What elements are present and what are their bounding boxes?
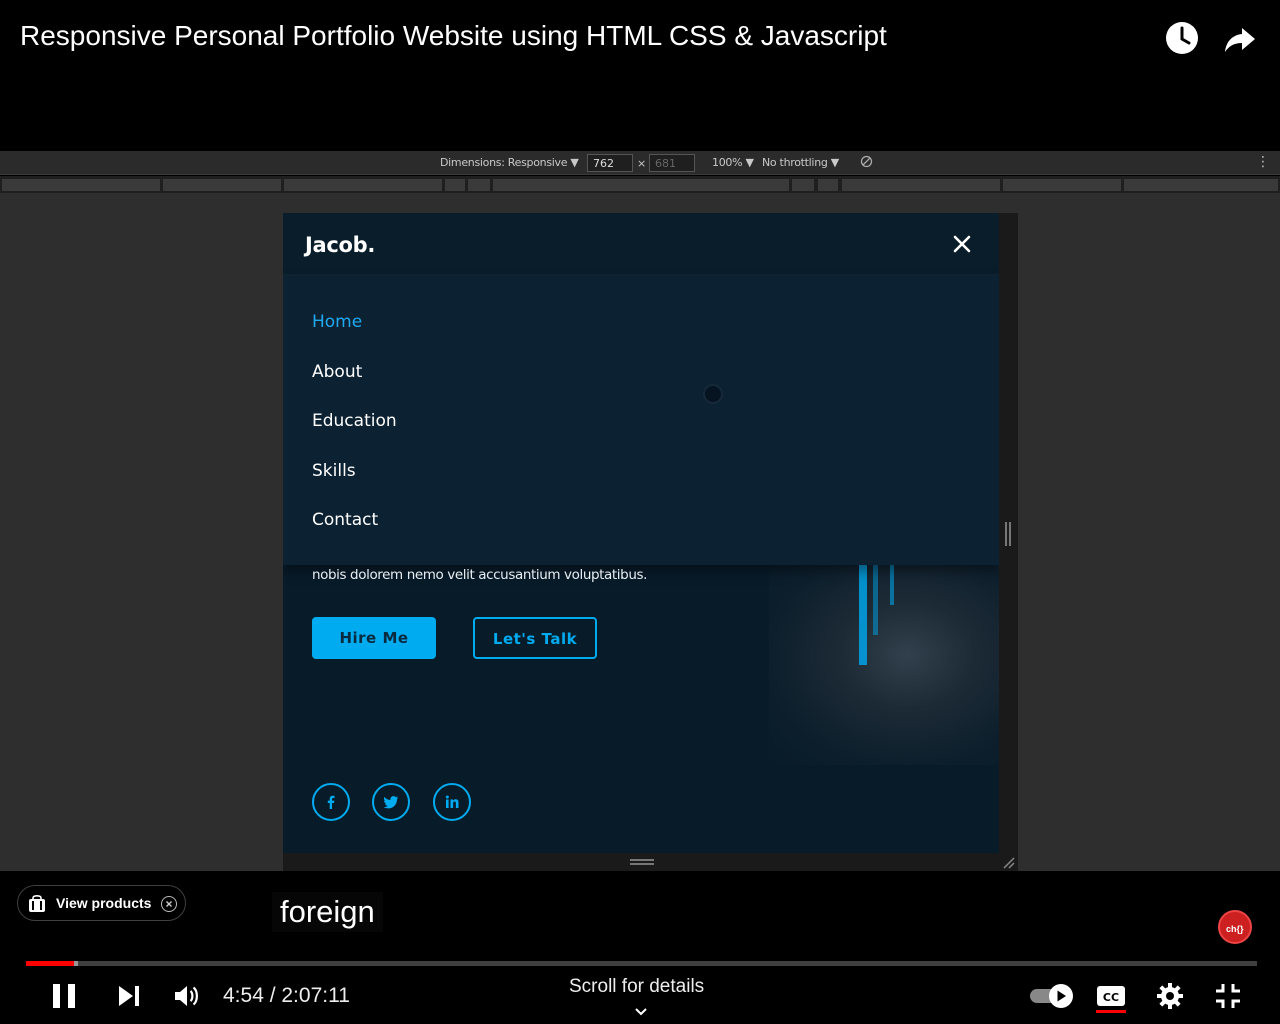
mouse-cursor-indicator [703, 384, 723, 404]
media-query-ruler [0, 176, 1280, 193]
chevron-down-icon [634, 1004, 648, 1016]
portfolio-site: Jacob. Home About Education Skills Conta… [283, 213, 999, 853]
view-products-chip[interactable]: View products [17, 885, 186, 921]
exit-fullscreen-icon[interactable] [1214, 982, 1242, 1015]
pause-icon[interactable] [50, 982, 78, 1015]
viewport-width-input[interactable] [587, 154, 633, 172]
site-header: Jacob. [283, 213, 999, 275]
dimension-times-sign: × [637, 157, 646, 170]
share-icon[interactable] [1222, 20, 1258, 56]
watch-later-clock-icon[interactable] [1164, 20, 1200, 56]
view-products-label: View products [56, 895, 152, 911]
lets-talk-button[interactable]: Let's Talk [473, 617, 597, 659]
shopping-bag-icon [27, 894, 47, 913]
linkedin-icon[interactable] [433, 783, 471, 821]
rotate-icon[interactable] [860, 155, 873, 171]
throttling-dropdown[interactable]: No throttling ▼ [762, 156, 839, 169]
nav-link-home[interactable]: Home [312, 312, 362, 332]
close-icon[interactable] [953, 235, 971, 253]
more-options-icon[interactable]: ⋮ [1256, 155, 1270, 169]
mobile-nav-menu: Home About Education Skills Contact [283, 275, 999, 565]
closed-caption-text: foreign [272, 892, 383, 932]
autoplay-toggle-icon[interactable] [1029, 983, 1075, 1014]
hero-description: nobis dolorem nemo velit accusantium vol… [312, 567, 648, 583]
next-icon[interactable] [117, 984, 141, 1013]
nav-link-about[interactable]: About [312, 362, 362, 382]
close-icon[interactable] [161, 896, 177, 912]
viewport-resize-handle-right[interactable] [1005, 522, 1011, 546]
subscribe-watermark-logo: ch{} [1226, 924, 1244, 934]
time-display: 4:54 / 2:07:11 [223, 984, 350, 1007]
cc-icon[interactable]: CC [1096, 983, 1126, 1018]
viewport-resize-handle-corner[interactable] [1001, 855, 1015, 869]
site-logo[interactable]: Jacob. [305, 233, 375, 257]
nav-link-skills[interactable]: Skills [312, 461, 356, 481]
volume-icon[interactable] [173, 983, 201, 1014]
devtools-viewport-area: Jacob. Home About Education Skills Conta… [0, 193, 1280, 871]
zoom-dropdown[interactable]: 100% ▼ [712, 156, 754, 169]
scroll-for-details[interactable]: Scroll for details [569, 976, 704, 998]
progress-bar[interactable] [26, 961, 1257, 966]
hero-portrait-image [769, 565, 999, 765]
viewport-resize-handle-bottom[interactable] [630, 859, 654, 865]
viewport-height-input[interactable] [649, 154, 695, 172]
dimensions-dropdown[interactable]: Dimensions: Responsive ▼ [440, 156, 579, 169]
svg-text:CC: CC [1103, 991, 1119, 1004]
subscribe-watermark[interactable]: ch{} [1218, 910, 1252, 944]
twitter-icon[interactable] [372, 783, 410, 821]
video-title: Responsive Personal Portfolio Website us… [20, 20, 887, 51]
facebook-icon[interactable] [312, 783, 350, 821]
nav-link-contact[interactable]: Contact [312, 510, 378, 530]
device-frame: Jacob. Home About Education Skills Conta… [283, 213, 1018, 871]
settings-gear-icon[interactable] [1156, 982, 1184, 1015]
devtools-device-toolbar: Dimensions: Responsive ▼ × 100% ▼ No thr… [0, 151, 1280, 175]
progress-played [26, 961, 74, 966]
nav-link-education[interactable]: Education [312, 411, 397, 431]
hire-me-button[interactable]: Hire Me [312, 617, 436, 659]
